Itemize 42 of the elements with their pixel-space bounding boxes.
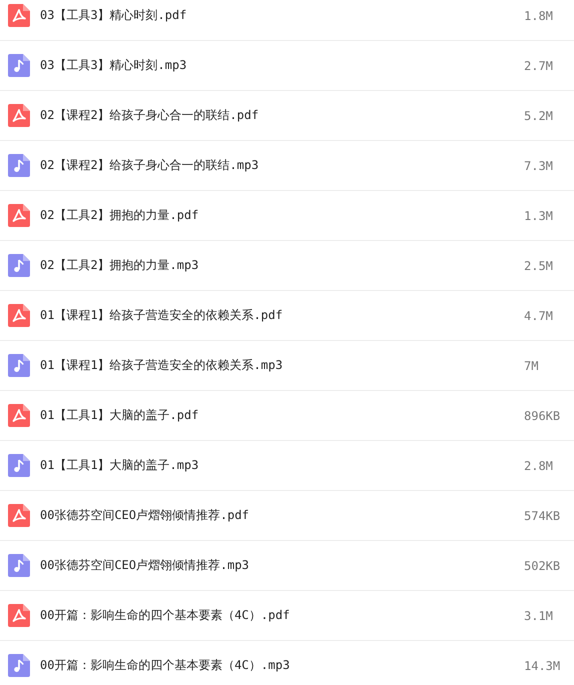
music-file-icon [8, 454, 30, 477]
file-size: 2.8M [524, 458, 554, 472]
file-name[interactable]: 00开篇：影响生命的四个基本要素（4C）.mp3 [40, 657, 524, 674]
music-file-icon [8, 354, 30, 377]
pdf-file-icon [8, 604, 30, 627]
file-name[interactable]: 01【课程1】给孩子营造安全的依赖关系.pdf [40, 307, 524, 324]
file-name[interactable]: 00张德芬空间CEO卢熠翎倾情推荐.pdf [40, 507, 524, 524]
file-size: 3.1M [524, 608, 554, 622]
file-name[interactable]: 02【课程2】给孩子身心合一的联结.pdf [40, 107, 524, 124]
pdf-file-icon [8, 204, 30, 227]
file-size: 7.3M [524, 158, 554, 172]
music-file-icon [8, 54, 30, 77]
file-name[interactable]: 02【工具2】拥抱的力量.mp3 [40, 257, 524, 274]
music-file-icon [8, 654, 30, 677]
music-file-icon [8, 554, 30, 577]
file-size: 896KB [524, 408, 562, 422]
file-size: 502KB [524, 558, 562, 572]
file-name[interactable]: 00开篇：影响生命的四个基本要素（4C）.pdf [40, 607, 524, 624]
file-name[interactable]: 02【工具2】拥抱的力量.pdf [40, 207, 524, 224]
file-size: 2.5M [524, 258, 554, 272]
pdf-file-icon [8, 4, 30, 27]
file-name[interactable]: 01【课程1】给孩子营造安全的依赖关系.mp3 [40, 357, 524, 374]
file-size: 2.7M [524, 58, 554, 72]
file-name[interactable]: 02【课程2】给孩子身心合一的联结.mp3 [40, 157, 524, 174]
file-size: 14.3M [524, 658, 562, 672]
file-name[interactable]: 01【工具1】大脑的盖子.mp3 [40, 457, 524, 474]
file-name[interactable]: 03【工具3】精心时刻.pdf [40, 7, 524, 24]
pdf-file-icon [8, 304, 30, 327]
file-name[interactable]: 01【工具1】大脑的盖子.pdf [40, 407, 524, 424]
file-name[interactable]: 00张德芬空间CEO卢熠翎倾情推荐.mp3 [40, 557, 524, 574]
music-file-icon [8, 254, 30, 277]
file-size: 1.3M [524, 208, 554, 222]
pdf-file-icon [8, 504, 30, 527]
file-size: 574KB [524, 508, 562, 522]
pdf-file-icon [8, 404, 30, 427]
file-name[interactable]: 03【工具3】精心时刻.mp3 [40, 57, 524, 74]
file-size: 1.8M [524, 8, 554, 22]
file-size: 5.2M [524, 108, 554, 122]
file-size: 7M [524, 358, 540, 372]
music-file-icon [8, 154, 30, 177]
file-size: 4.7M [524, 308, 554, 322]
pdf-file-icon [8, 104, 30, 127]
